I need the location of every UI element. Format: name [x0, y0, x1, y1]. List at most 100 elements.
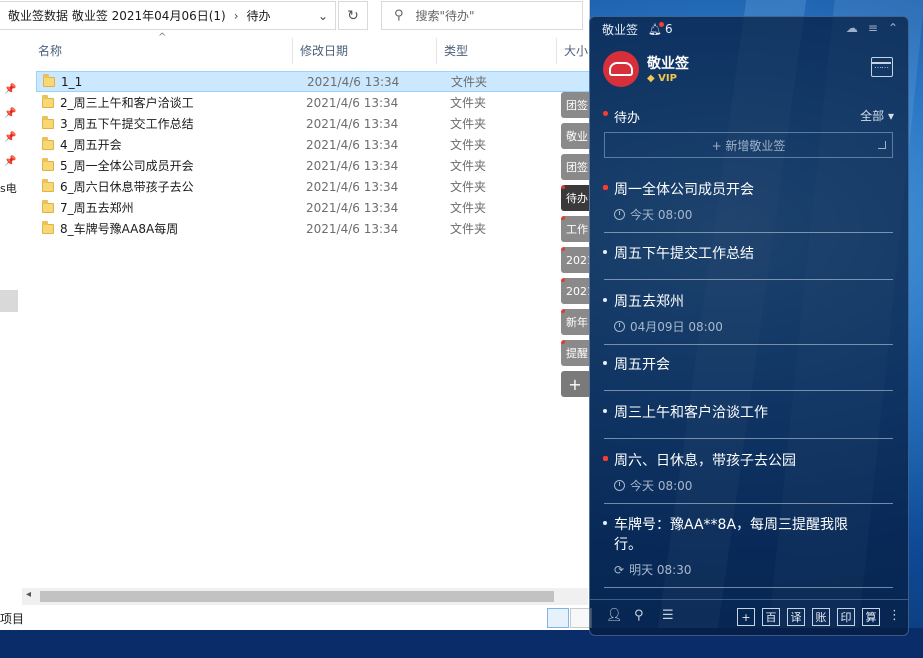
side-tab[interactable]: 工作 — [561, 216, 589, 242]
toolbar-button[interactable]: 百 — [762, 608, 780, 626]
pin-icon[interactable]: 📌 — [4, 84, 16, 95]
todo-title: 周五下午提交工作总结 — [614, 246, 754, 262]
bell-icon[interactable]: 🔔︎ — [648, 21, 664, 36]
side-tab-label: 团签 — [566, 161, 588, 174]
file-date: 2021/4/6 13:34 — [306, 221, 399, 236]
column-header-name[interactable]: 名称 — [38, 42, 62, 59]
cloud-sync-icon[interactable]: ☁ — [846, 21, 858, 35]
sort-ascending-icon: ^ — [158, 32, 167, 43]
search-icon: ⚲ — [394, 8, 404, 23]
file-type: 文件夹 — [450, 201, 487, 215]
folder-icon — [42, 94, 54, 108]
side-tab-active[interactable]: 待办 — [561, 185, 589, 211]
scroll-left-icon[interactable]: ◂ — [26, 589, 31, 600]
file-row[interactable]: 1_1 2021/4/6 13:34 文件夹 — [36, 71, 590, 92]
search-icon[interactable]: ⚲ — [634, 608, 644, 623]
pin-icon[interactable]: 📌 — [4, 132, 16, 143]
todo-item[interactable]: 周三上午和客户洽谈工作 — [603, 403, 893, 439]
side-tab-label: 工作 — [566, 223, 588, 236]
search-input[interactable] — [415, 8, 566, 23]
column-header-date[interactable]: 修改日期 — [300, 42, 348, 59]
breadcrumb-segment[interactable]: 待办 — [247, 7, 271, 24]
file-row[interactable]: 5_周一全体公司成员开会 2021/4/6 13:34 文件夹 — [36, 155, 590, 176]
todo-item[interactable]: 周五开会 — [603, 355, 893, 391]
side-tab[interactable]: 提醒 — [561, 340, 589, 366]
pin-icon[interactable]: 📌 — [4, 156, 16, 167]
add-tab-button[interactable]: + — [561, 371, 589, 397]
file-date: 2021/4/6 13:34 — [307, 74, 400, 89]
todo-item[interactable]: 周五下午提交工作总结 — [603, 244, 893, 280]
file-row[interactable]: 8_车牌号豫AA8A每周 2021/4/6 13:34 文件夹 — [36, 218, 590, 239]
side-tab[interactable]: 2021 — [561, 278, 589, 304]
file-name: 4_周五开会 — [60, 138, 122, 152]
column-divider[interactable] — [556, 38, 557, 64]
clock-icon — [614, 480, 625, 491]
nav-item-label[interactable]: s电 — [0, 180, 17, 196]
address-row: 敬业签数据 敬业签 2021年04月06日(1) › 待办 ⌄ ↻ ⚲ — [0, 0, 590, 32]
user-share-icon[interactable]: 👤︎ — [606, 608, 623, 623]
note-top-bar[interactable]: 敬业签 🔔︎ 6 ☁ ≡ ⌃ — [590, 17, 908, 41]
todo-item[interactable]: 周一全体公司成员开会 今天 08:00 — [603, 180, 893, 233]
add-note-button[interactable]: + 新增敬业签 — [604, 132, 893, 158]
file-row[interactable]: 6_周六日休息带孩子去公 2021/4/6 13:34 文件夹 — [36, 176, 590, 197]
toolbar-button[interactable]: 译 — [787, 608, 805, 626]
details-view-icon[interactable] — [547, 608, 569, 628]
chevron-down-icon[interactable]: ⌄ — [310, 1, 336, 30]
more-icon[interactable]: ⋮ — [888, 608, 901, 623]
address-bar[interactable]: 敬业签数据 敬业签 2021年04月06日(1) › 待办 — [0, 1, 336, 30]
folder-icon — [42, 220, 54, 234]
vip-label: VIP — [658, 73, 677, 84]
calendar-icon[interactable] — [871, 57, 893, 77]
repeat-icon: ⟳ — [614, 562, 625, 577]
side-tab[interactable]: 团签 — [561, 154, 589, 180]
side-tab[interactable]: 2021 — [561, 247, 589, 273]
column-divider[interactable] — [436, 38, 437, 64]
scrollbar-thumb[interactable] — [40, 591, 554, 602]
bell-count: 6 — [664, 22, 673, 36]
todo-reminder: 今天 08:00 — [614, 477, 893, 494]
pin-icon[interactable]: 📌 — [4, 108, 16, 119]
file-list: 1_1 2021/4/6 13:34 文件夹 2_周三上午和客户洽谈工 2021… — [36, 71, 590, 239]
avatar[interactable] — [603, 51, 639, 87]
file-row[interactable]: 7_周五去郑州 2021/4/6 13:34 文件夹 — [36, 197, 590, 218]
nav-item-selected[interactable] — [0, 290, 18, 312]
menu-icon[interactable]: ≡ — [868, 21, 878, 35]
clock-icon — [614, 321, 625, 332]
filter-dropdown[interactable]: 全部 ▾ — [860, 107, 894, 124]
collapse-icon[interactable]: ⌃ — [888, 21, 898, 35]
breadcrumb-segment[interactable]: 敬业签数据 敬业签 2021年04月06日(1) — [8, 7, 226, 24]
toolbar-button[interactable]: 算 — [862, 608, 880, 626]
horizontal-scrollbar[interactable]: ◂ — [22, 588, 588, 605]
toolbar-button[interactable]: 账 — [812, 608, 830, 626]
file-date: 2021/4/6 13:34 — [306, 200, 399, 215]
todo-dot — [603, 298, 607, 302]
side-tab-label: 待办 — [566, 192, 588, 205]
file-row[interactable]: 4_周五开会 2021/4/6 13:34 文件夹 — [36, 134, 590, 155]
file-explorer-window: 敬业签数据 敬业签 2021年04月06日(1) › 待办 ⌄ ↻ ⚲ 📌 📌 … — [0, 0, 592, 630]
todo-item[interactable]: 周五去郑州 04月09日 08:00 — [603, 292, 893, 345]
notification-dot — [658, 21, 664, 27]
file-row[interactable]: 2_周三上午和客户洽谈工 2021/4/6 13:34 文件夹 — [36, 92, 590, 113]
notepad-icon[interactable]: ☰ — [662, 608, 674, 623]
status-item-count: 项目 — [0, 612, 25, 626]
add-icon[interactable]: + — [737, 608, 755, 626]
side-tab[interactable]: 敬业 — [561, 123, 589, 149]
refresh-button[interactable]: ↻ — [338, 1, 368, 30]
file-date: 2021/4/6 13:34 — [306, 116, 399, 131]
column-header-size[interactable]: 大小 — [564, 42, 588, 59]
notification-dot — [561, 278, 565, 282]
toolbar-button[interactable]: 印 — [837, 608, 855, 626]
column-header-type[interactable]: 类型 — [444, 42, 468, 59]
search-box[interactable]: ⚲ — [381, 1, 583, 30]
column-divider[interactable] — [292, 38, 293, 64]
file-row[interactable]: 3_周五下午提交工作总结 2021/4/6 13:34 文件夹 — [36, 113, 590, 134]
side-tab-label: 团签 — [566, 99, 588, 112]
todo-item[interactable]: 车牌号：豫AA**8A，每周三提醒我限行。 ⟳ 明天 08:30 — [603, 515, 893, 588]
urgent-dot — [603, 185, 608, 190]
side-tab-label: 2021 — [566, 284, 589, 298]
folder-icon — [42, 115, 54, 129]
side-tab[interactable]: 新年 — [561, 309, 589, 335]
todo-time: 今天 08:00 — [630, 479, 693, 493]
todo-item[interactable]: 周六、日休息，带孩子去公园 今天 08:00 — [603, 451, 893, 504]
side-tab[interactable]: 团签 — [561, 92, 589, 118]
